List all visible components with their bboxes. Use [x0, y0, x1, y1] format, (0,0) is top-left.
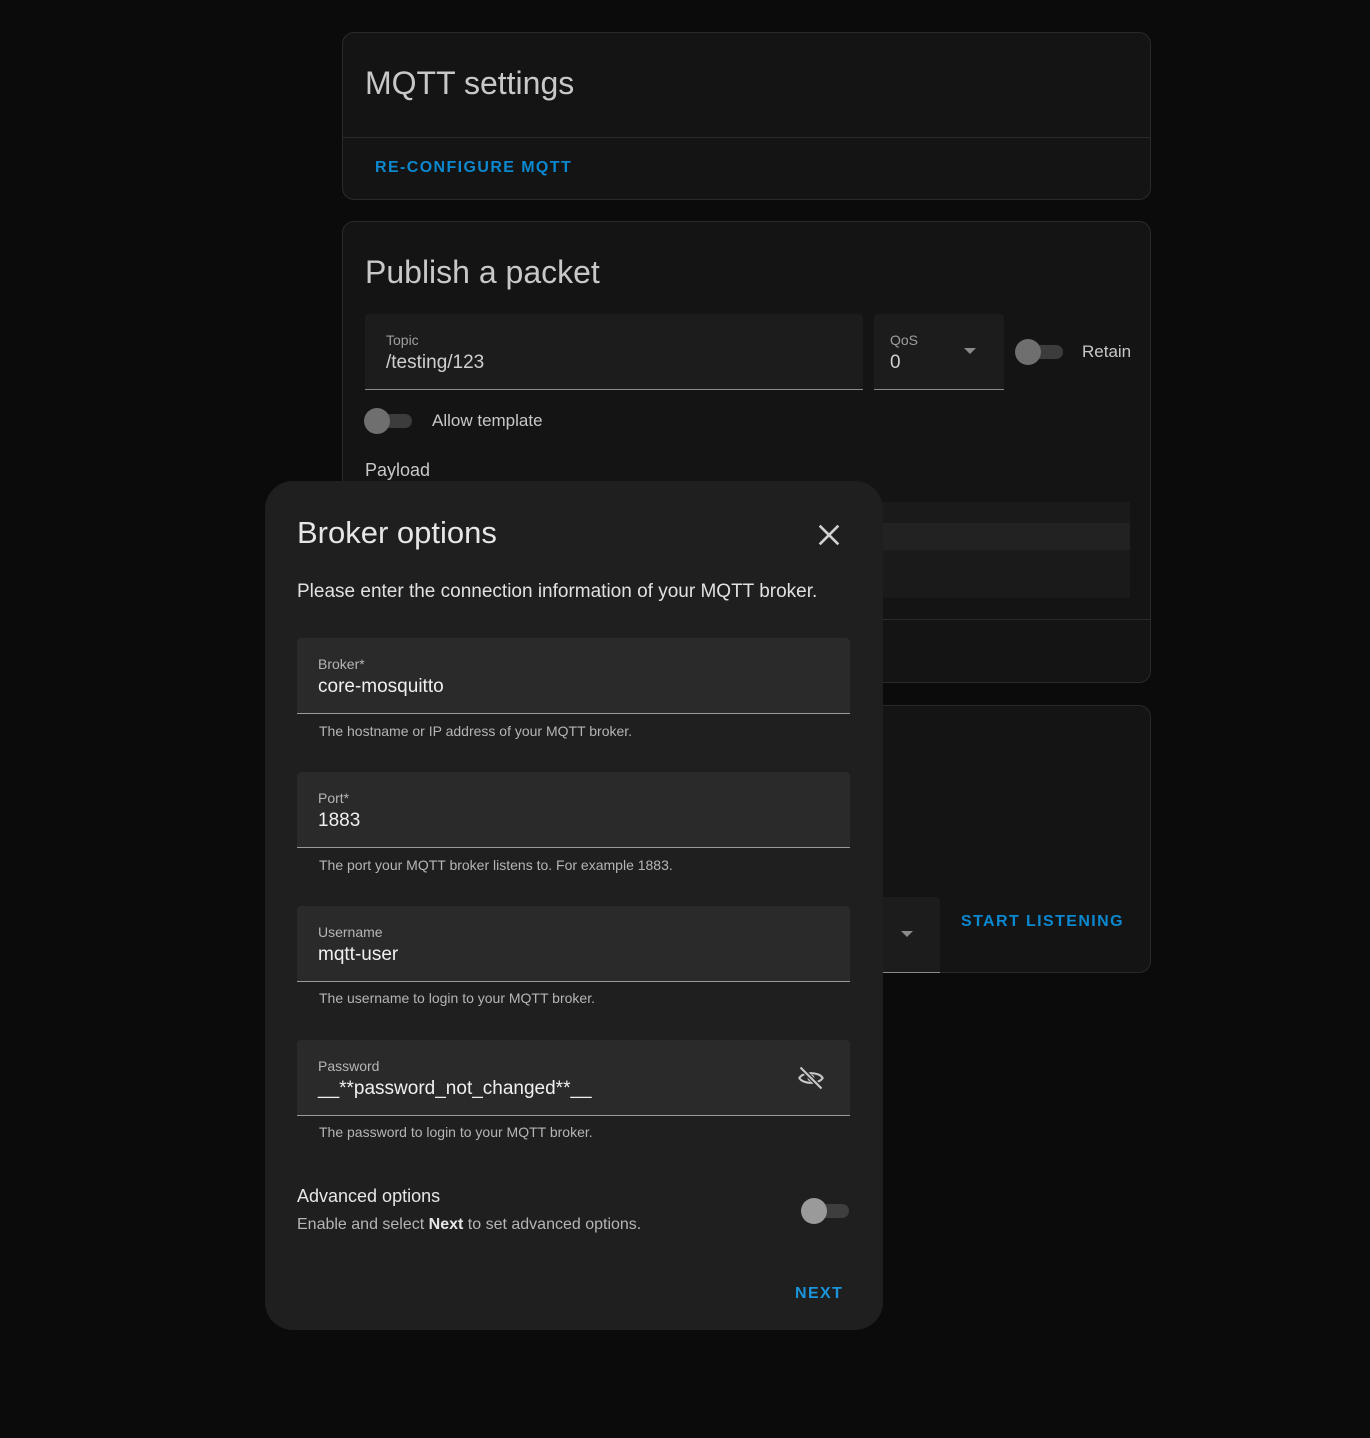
chevron-down-icon — [964, 348, 976, 354]
reconfigure-mqtt-button[interactable]: RE-CONFIGURE MQTT — [375, 159, 572, 177]
qos-value: 0 — [890, 352, 901, 373]
divider — [343, 137, 1150, 138]
next-button[interactable]: NEXT — [795, 1285, 843, 1303]
password-label: Password — [318, 1058, 380, 1074]
switch-thumb — [801, 1198, 827, 1224]
allow-template-label: Allow template — [432, 411, 543, 430]
close-icon — [818, 524, 840, 546]
dialog-description: Please enter the connection information … — [297, 581, 818, 602]
dialog-title: Broker options — [297, 515, 497, 550]
retain-switch[interactable] — [1015, 338, 1065, 365]
username-label: Username — [318, 924, 383, 940]
password-value: __**password_not_changed**__ — [318, 1078, 592, 1099]
password-helper-text: The password to login to your MQTT broke… — [319, 1124, 593, 1140]
advanced-desc-prefix: Enable and select — [297, 1216, 429, 1233]
port-helper-text: The port your MQTT broker listens to. Fo… — [319, 857, 673, 873]
publish-packet-title: Publish a packet — [365, 254, 600, 290]
switch-thumb — [364, 408, 390, 434]
switch-thumb — [1015, 339, 1041, 365]
broker-value: core-mosquitto — [318, 676, 444, 697]
username-helper-text: The username to login to your MQTT broke… — [319, 990, 595, 1006]
topic-label: Topic — [386, 332, 419, 348]
username-value: mqtt-user — [318, 944, 399, 965]
qos-label: QoS — [890, 332, 919, 348]
topic-input[interactable]: Topic /testing/123 — [365, 314, 863, 390]
qos-select[interactable]: QoS 0 — [874, 314, 1004, 390]
advanced-desc-suffix: to set advanced options. — [463, 1216, 642, 1233]
password-input[interactable]: Password __**password_not_changed**__ — [297, 1040, 850, 1116]
broker-helper-text: The hostname or IP address of your MQTT … — [319, 723, 633, 739]
topic-value: /testing/123 — [386, 352, 485, 373]
advanced-desc-bold: Next — [428, 1216, 464, 1233]
port-value: 1883 — [318, 810, 361, 831]
close-button[interactable] — [813, 519, 845, 551]
mqtt-settings-title: MQTT settings — [365, 65, 575, 101]
retain-label: Retain — [1082, 342, 1132, 361]
chevron-down-icon — [901, 931, 913, 937]
port-input[interactable]: Port* 1883 — [297, 772, 850, 848]
toggle-password-visibility-button[interactable] — [797, 1064, 825, 1092]
port-label: Port* — [318, 790, 350, 806]
start-listening-button[interactable]: START LISTENING — [961, 913, 1124, 931]
payload-label: Payload — [365, 460, 431, 480]
advanced-options-title: Advanced options — [297, 1186, 441, 1206]
advanced-options-switch[interactable] — [801, 1197, 851, 1224]
allow-template-switch[interactable] — [364, 407, 414, 434]
eye-off-icon — [798, 1065, 824, 1091]
username-input[interactable]: Username mqtt-user — [297, 906, 850, 982]
broker-options-dialog: Broker options Please enter the connecti… — [265, 481, 883, 1330]
mqtt-settings-card: MQTT settings RE-CONFIGURE MQTT — [342, 32, 1151, 200]
broker-label: Broker* — [318, 656, 365, 672]
advanced-options-description: Enable and select Next to set advanced o… — [297, 1216, 641, 1234]
broker-input[interactable]: Broker* core-mosquitto — [297, 638, 850, 714]
